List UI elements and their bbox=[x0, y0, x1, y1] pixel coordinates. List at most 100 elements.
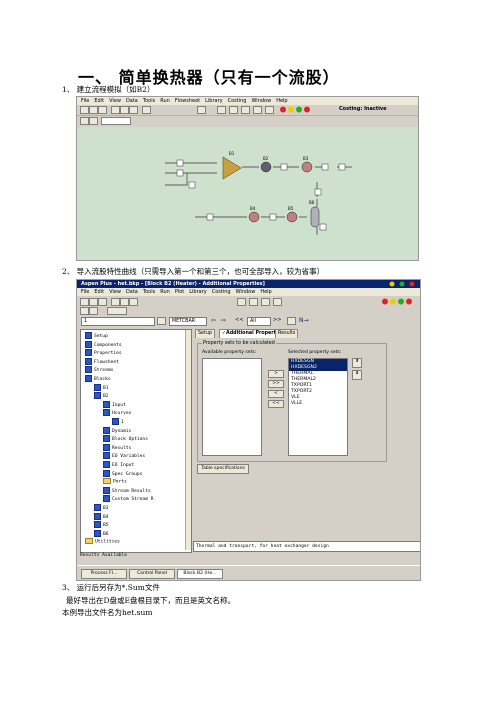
tree-item[interactable]: Properties bbox=[85, 349, 122, 357]
units-combo[interactable]: METCBAR bbox=[169, 317, 207, 326]
tree-item[interactable]: Dynamic bbox=[103, 426, 131, 434]
new-icon[interactable] bbox=[80, 298, 89, 306]
open-icon[interactable] bbox=[89, 298, 98, 306]
tree-item[interactable]: Spec Groups bbox=[103, 469, 142, 477]
tree-item[interactable]: Hcurves bbox=[103, 409, 131, 417]
menu-run-2[interactable]: Run bbox=[160, 289, 170, 295]
taskbar-block-b2[interactable]: Block B2 (He... bbox=[177, 569, 223, 579]
previous-icon[interactable]: << bbox=[235, 316, 243, 325]
menu-help[interactable]: Help bbox=[276, 98, 287, 104]
tree-item[interactable]: 1 bbox=[112, 418, 124, 425]
paste-icon[interactable] bbox=[129, 106, 138, 114]
remove-one-button[interactable]: < bbox=[268, 390, 284, 398]
menu-run[interactable]: Run bbox=[160, 98, 170, 104]
copy-icon[interactable] bbox=[120, 106, 129, 114]
open-icon[interactable] bbox=[89, 106, 98, 114]
tree-item[interactable]: B1 bbox=[94, 383, 109, 391]
taskbar-control-panel[interactable]: Control Panel bbox=[129, 569, 175, 579]
stream-icon[interactable] bbox=[89, 307, 98, 315]
tree-item[interactable]: Custom Stream R bbox=[103, 495, 154, 503]
menu-tools[interactable]: Tools bbox=[143, 98, 155, 104]
cut-icon[interactable] bbox=[111, 298, 120, 306]
run-icon[interactable] bbox=[237, 298, 246, 306]
tab-setup[interactable]: Setup bbox=[195, 329, 215, 338]
reinit-icon[interactable] bbox=[253, 106, 262, 114]
new-icon[interactable] bbox=[80, 106, 89, 114]
flowsheet-canvas[interactable]: B1 B2 B3 B4 B5 B6 bbox=[77, 127, 418, 260]
remove-all-button[interactable]: << bbox=[268, 400, 284, 408]
tree-scrollbar[interactable] bbox=[185, 330, 191, 550]
print-icon[interactable] bbox=[107, 307, 127, 315]
menu-flowsheet[interactable]: Flowsheet bbox=[175, 98, 200, 104]
menu-library-2[interactable]: Library bbox=[189, 289, 206, 295]
help-icon[interactable] bbox=[142, 106, 151, 114]
menu-tools-2[interactable]: Tools bbox=[143, 289, 155, 295]
back-arrow-icon[interactable]: ⇦ bbox=[211, 316, 216, 325]
stop-icon[interactable] bbox=[261, 298, 270, 306]
folder-combo[interactable]: 1 bbox=[81, 317, 155, 326]
selected-set-item[interactable]: VLLE bbox=[289, 401, 347, 407]
save-icon[interactable] bbox=[98, 298, 107, 306]
stop-icon[interactable] bbox=[241, 106, 250, 114]
tree-item[interactable]: Results bbox=[103, 443, 131, 451]
tree-item[interactable]: Streams bbox=[85, 366, 113, 374]
check-results-icon[interactable] bbox=[265, 106, 274, 114]
copy-icon[interactable] bbox=[120, 298, 129, 306]
tree-item[interactable]: Block Options bbox=[103, 435, 148, 443]
step-icon[interactable] bbox=[249, 298, 258, 306]
next-required-icon[interactable]: N→ bbox=[299, 316, 309, 325]
tree-item[interactable]: B2 bbox=[94, 392, 109, 400]
menu-view[interactable]: View bbox=[109, 98, 121, 104]
menu-edit[interactable]: Edit bbox=[94, 98, 104, 104]
menu-help-2[interactable]: Help bbox=[260, 289, 271, 295]
run-icon[interactable] bbox=[217, 106, 226, 114]
menu-view-2[interactable]: View bbox=[109, 289, 121, 295]
grid-icon[interactable] bbox=[89, 117, 98, 125]
tab-results[interactable]: Results bbox=[275, 329, 299, 338]
tree-item[interactable]: B6 bbox=[94, 529, 109, 537]
tree-item[interactable]: Stream Results bbox=[103, 486, 151, 494]
paste-icon[interactable] bbox=[129, 298, 138, 306]
section-combo[interactable] bbox=[101, 117, 131, 125]
reinit-icon[interactable] bbox=[273, 298, 282, 306]
step-icon[interactable] bbox=[229, 106, 238, 114]
cut-icon[interactable] bbox=[111, 106, 120, 114]
save-icon[interactable] bbox=[98, 106, 107, 114]
menu-window-2[interactable]: Window bbox=[236, 289, 256, 295]
available-sets-list[interactable] bbox=[202, 358, 262, 456]
menu-data-2[interactable]: Data bbox=[126, 289, 138, 295]
menu-edit-2[interactable]: Edit bbox=[94, 289, 104, 295]
menu-window[interactable]: Window bbox=[251, 98, 271, 104]
tree-item[interactable]: EO Input bbox=[103, 461, 134, 468]
menu-library[interactable]: Library bbox=[205, 98, 222, 104]
menu-data[interactable]: Data bbox=[126, 98, 138, 104]
pointer-icon[interactable] bbox=[80, 117, 89, 125]
tree-item[interactable]: Flowsheet bbox=[85, 357, 119, 365]
up-folder-icon[interactable] bbox=[157, 317, 166, 325]
menu-file-2[interactable]: File bbox=[81, 289, 89, 295]
tree-item[interactable]: B5 bbox=[94, 521, 109, 529]
tree-item[interactable]: B3 bbox=[94, 504, 109, 511]
add-one-button[interactable]: > bbox=[268, 370, 284, 378]
model-library-icon[interactable] bbox=[80, 307, 89, 315]
menu-file[interactable]: File bbox=[81, 98, 89, 104]
move-up-icon[interactable]: ⬆ bbox=[352, 358, 362, 368]
add-all-button[interactable]: >> bbox=[268, 380, 284, 388]
next-icon[interactable] bbox=[197, 106, 206, 114]
view-combo[interactable]: All bbox=[247, 317, 271, 326]
table-specifications-button[interactable]: Table specifications bbox=[197, 464, 249, 474]
next-icon[interactable]: >> bbox=[273, 316, 281, 325]
tree-item[interactable]: Components bbox=[85, 340, 122, 348]
tree-item[interactable]: Setup bbox=[85, 332, 108, 339]
selected-sets-list[interactable]: HXDESGN HXDESGN2 THERMAL THERMAL2 TXPORT1 TXP… bbox=[288, 358, 348, 456]
tree-item[interactable]: Input bbox=[103, 400, 126, 408]
tree-item[interactable]: Ports bbox=[103, 478, 127, 485]
tree-item[interactable]: Utilities bbox=[85, 538, 120, 545]
menu-costing[interactable]: Costing bbox=[228, 98, 247, 104]
menu-plot-2[interactable]: Plot bbox=[175, 289, 184, 295]
move-down-icon[interactable]: ⬇ bbox=[352, 370, 362, 380]
tree-item[interactable]: B4 bbox=[94, 512, 109, 520]
tree-item[interactable]: Blocks bbox=[85, 375, 111, 382]
taskbar-process-flowsheet[interactable]: Process Fl... bbox=[81, 569, 127, 579]
menu-costing-2[interactable]: Costing bbox=[212, 289, 231, 295]
